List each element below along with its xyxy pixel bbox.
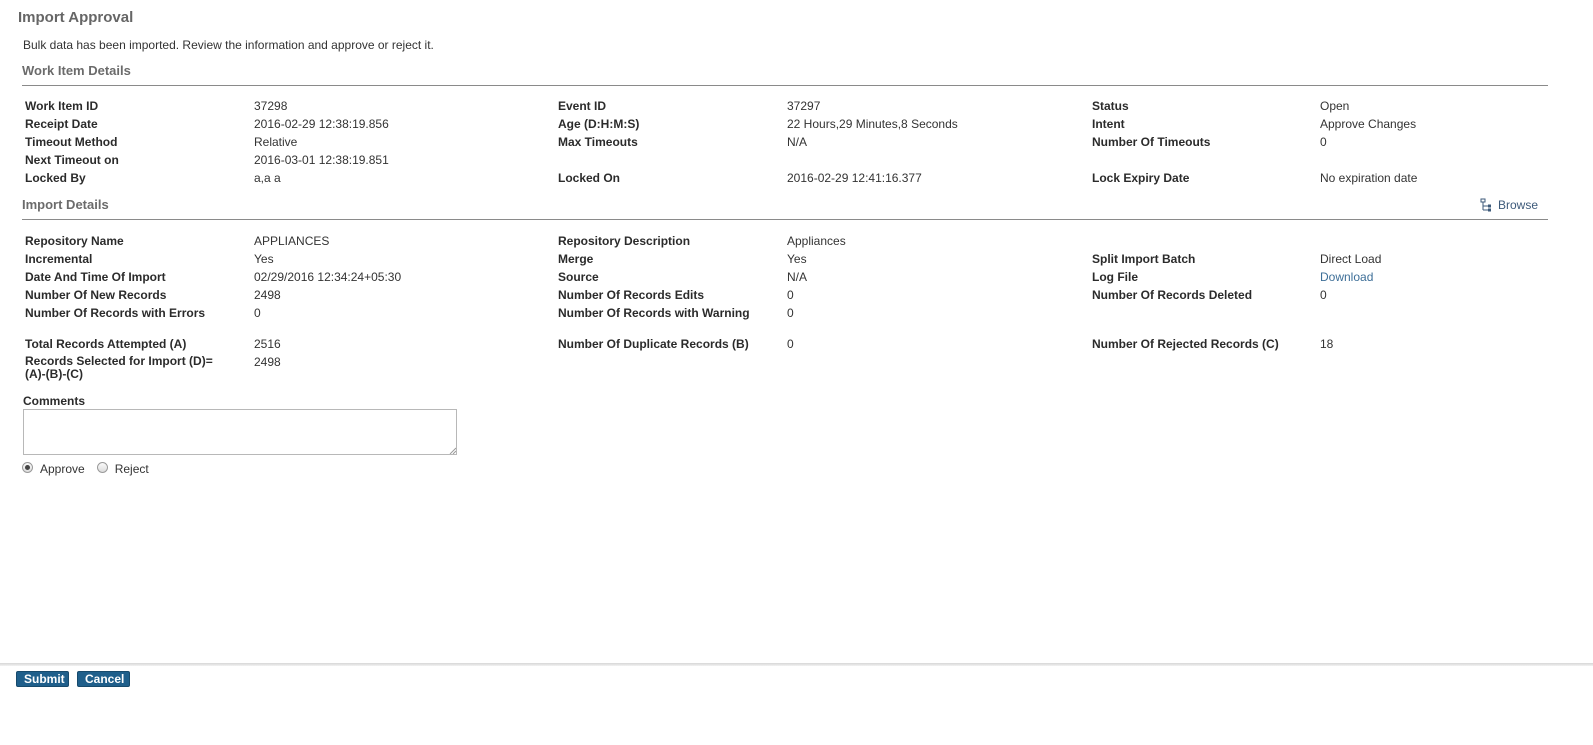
- records-deleted-label: Number Of Records Deleted: [1092, 288, 1253, 302]
- repository-name-label: Repository Name: [25, 234, 124, 248]
- max-timeouts-label: Max Timeouts: [558, 135, 638, 149]
- event-id-label: Event ID: [558, 99, 607, 113]
- max-timeouts-value: N/A: [787, 135, 808, 149]
- number-of-timeouts-label: Number Of Timeouts: [1092, 135, 1211, 149]
- incremental-label: Incremental: [25, 252, 93, 266]
- comments-textarea[interactable]: [23, 409, 457, 455]
- age-label: Age (D:H:M:S): [558, 117, 640, 131]
- approve-label[interactable]: Approve: [40, 462, 85, 476]
- date-time-import-label: Date And Time Of Import: [25, 270, 166, 284]
- log-file-download-link[interactable]: Download: [1320, 270, 1373, 284]
- section-title-work-item: Work Item Details: [22, 63, 131, 78]
- detail-row: Receipt Date 2016-02-29 12:38:19.856 Age…: [25, 117, 1555, 135]
- locked-by-value: a,a a: [254, 171, 281, 185]
- repository-description-label: Repository Description: [558, 234, 691, 248]
- decision-radio-group: Approve Reject: [22, 458, 161, 476]
- timeout-method-value: Relative: [254, 135, 298, 149]
- detail-row: Date And Time Of Import 02/29/2016 12:34…: [25, 270, 1555, 288]
- work-item-id-value: 37298: [254, 99, 288, 113]
- event-id-value: 37297: [787, 99, 821, 113]
- next-timeout-value: 2016-03-01 12:38:19.851: [254, 153, 389, 167]
- incremental-value: Yes: [254, 252, 274, 266]
- duplicate-records-label: Number Of Duplicate Records (B): [558, 337, 749, 351]
- approve-radio[interactable]: [22, 461, 33, 473]
- intent-value: Approve Changes: [1320, 117, 1417, 131]
- receipt-date-value: 2016-02-29 12:38:19.856: [254, 117, 389, 131]
- status-label: Status: [1092, 99, 1129, 113]
- lock-expiry-label: Lock Expiry Date: [1092, 171, 1190, 185]
- browse-link[interactable]: Browse: [1480, 198, 1538, 212]
- intent-label: Intent: [1092, 117, 1125, 131]
- total-attempted-value: 2516: [254, 337, 281, 351]
- new-records-label: Number Of New Records: [25, 288, 167, 302]
- detail-row: Timeout Method Relative Max Timeouts N/A…: [25, 135, 1555, 153]
- records-errors-value: 0: [254, 306, 261, 320]
- records-warning-label: Number Of Records with Warning: [558, 306, 750, 320]
- reject-label[interactable]: Reject: [115, 462, 149, 476]
- detail-row: Number Of Records with Errors 0 Number O…: [25, 306, 1555, 324]
- locked-by-label: Locked By: [25, 171, 86, 185]
- duplicate-records-value: 0: [787, 337, 794, 351]
- browse-tree-icon: [1480, 198, 1491, 212]
- footer-divider: [0, 663, 1593, 666]
- browse-label: Browse: [1497, 198, 1538, 212]
- number-of-timeouts-value: 0: [1320, 135, 1327, 149]
- detail-row: Work Item ID 37298 Event ID 37297 Status…: [25, 99, 1555, 117]
- resize-grip-icon[interactable]: [449, 447, 456, 454]
- rejected-records-value: 18: [1320, 337, 1334, 351]
- import-approval-page: Import Approval Bulk data has been impor…: [0, 0, 1593, 745]
- next-timeout-label: Next Timeout on: [25, 153, 119, 167]
- rejected-records-label: Number Of Rejected Records (C): [1092, 337, 1279, 351]
- selected-for-import-value: 2498: [254, 355, 281, 369]
- age-value: 22 Hours,29 Minutes,8 Seconds: [787, 117, 958, 131]
- locked-on-value: 2016-02-29 12:41:16.377: [787, 171, 922, 185]
- page-description: Bulk data has been imported. Review the …: [23, 38, 434, 52]
- records-edits-label: Number Of Records Edits: [558, 288, 705, 302]
- records-deleted-value: 0: [1320, 288, 1327, 302]
- page-title: Import Approval: [18, 9, 134, 26]
- submit-button[interactable]: Submit: [16, 671, 69, 687]
- locked-on-label: Locked On: [558, 171, 621, 185]
- repository-name-value: APPLIANCES: [254, 234, 330, 248]
- split-import-batch-value: Direct Load: [1320, 252, 1382, 266]
- log-file-label: Log File: [1092, 270, 1138, 284]
- work-item-id-label: Work Item ID: [25, 99, 99, 113]
- detail-row: Next Timeout on 2016-03-01 12:38:19.851: [25, 153, 1555, 171]
- comments-label: Comments: [23, 394, 86, 408]
- work-item-details-header: Work Item Details: [22, 63, 1548, 86]
- date-time-import-value: 02/29/2016 12:34:24+05:30: [254, 270, 402, 284]
- section-title-import-details: Import Details: [22, 197, 109, 212]
- selected-for-import-label: Records Selected for Import (D)= (A)-(B)…: [25, 354, 213, 381]
- records-warning-value: 0: [787, 306, 794, 320]
- merge-value: Yes: [787, 252, 807, 266]
- detail-row: Total Records Attempted (A) 2516 Number …: [25, 337, 1555, 355]
- detail-row: Locked By a,a a Locked On 2016-02-29 12:…: [25, 171, 1555, 189]
- lock-expiry-value: No expiration date: [1320, 171, 1418, 185]
- detail-row: Repository Name APPLIANCES Repository De…: [25, 234, 1555, 252]
- records-edits-value: 0: [787, 288, 794, 302]
- detail-row: Records Selected for Import (D)= (A)-(B)…: [25, 355, 1555, 381]
- new-records-value: 2498: [254, 288, 281, 302]
- source-label: Source: [558, 270, 599, 284]
- receipt-date-label: Receipt Date: [25, 117, 98, 131]
- detail-row: Incremental Yes Merge Yes Split Import B…: [25, 252, 1555, 270]
- status-value: Open: [1320, 99, 1350, 113]
- split-import-batch-label: Split Import Batch: [1092, 252, 1196, 266]
- detail-row: Number Of New Records 2498 Number Of Rec…: [25, 288, 1555, 306]
- reject-radio[interactable]: [96, 461, 108, 473]
- merge-label: Merge: [558, 252, 594, 266]
- timeout-method-label: Timeout Method: [25, 135, 118, 149]
- repository-description-value: Appliances: [787, 234, 846, 248]
- records-errors-label: Number Of Records with Errors: [25, 306, 206, 320]
- source-value: N/A: [787, 270, 808, 284]
- total-attempted-label: Total Records Attempted (A): [25, 337, 187, 351]
- cancel-button[interactable]: Cancel: [77, 671, 130, 687]
- import-details-header: Import Details Browse: [22, 197, 1548, 220]
